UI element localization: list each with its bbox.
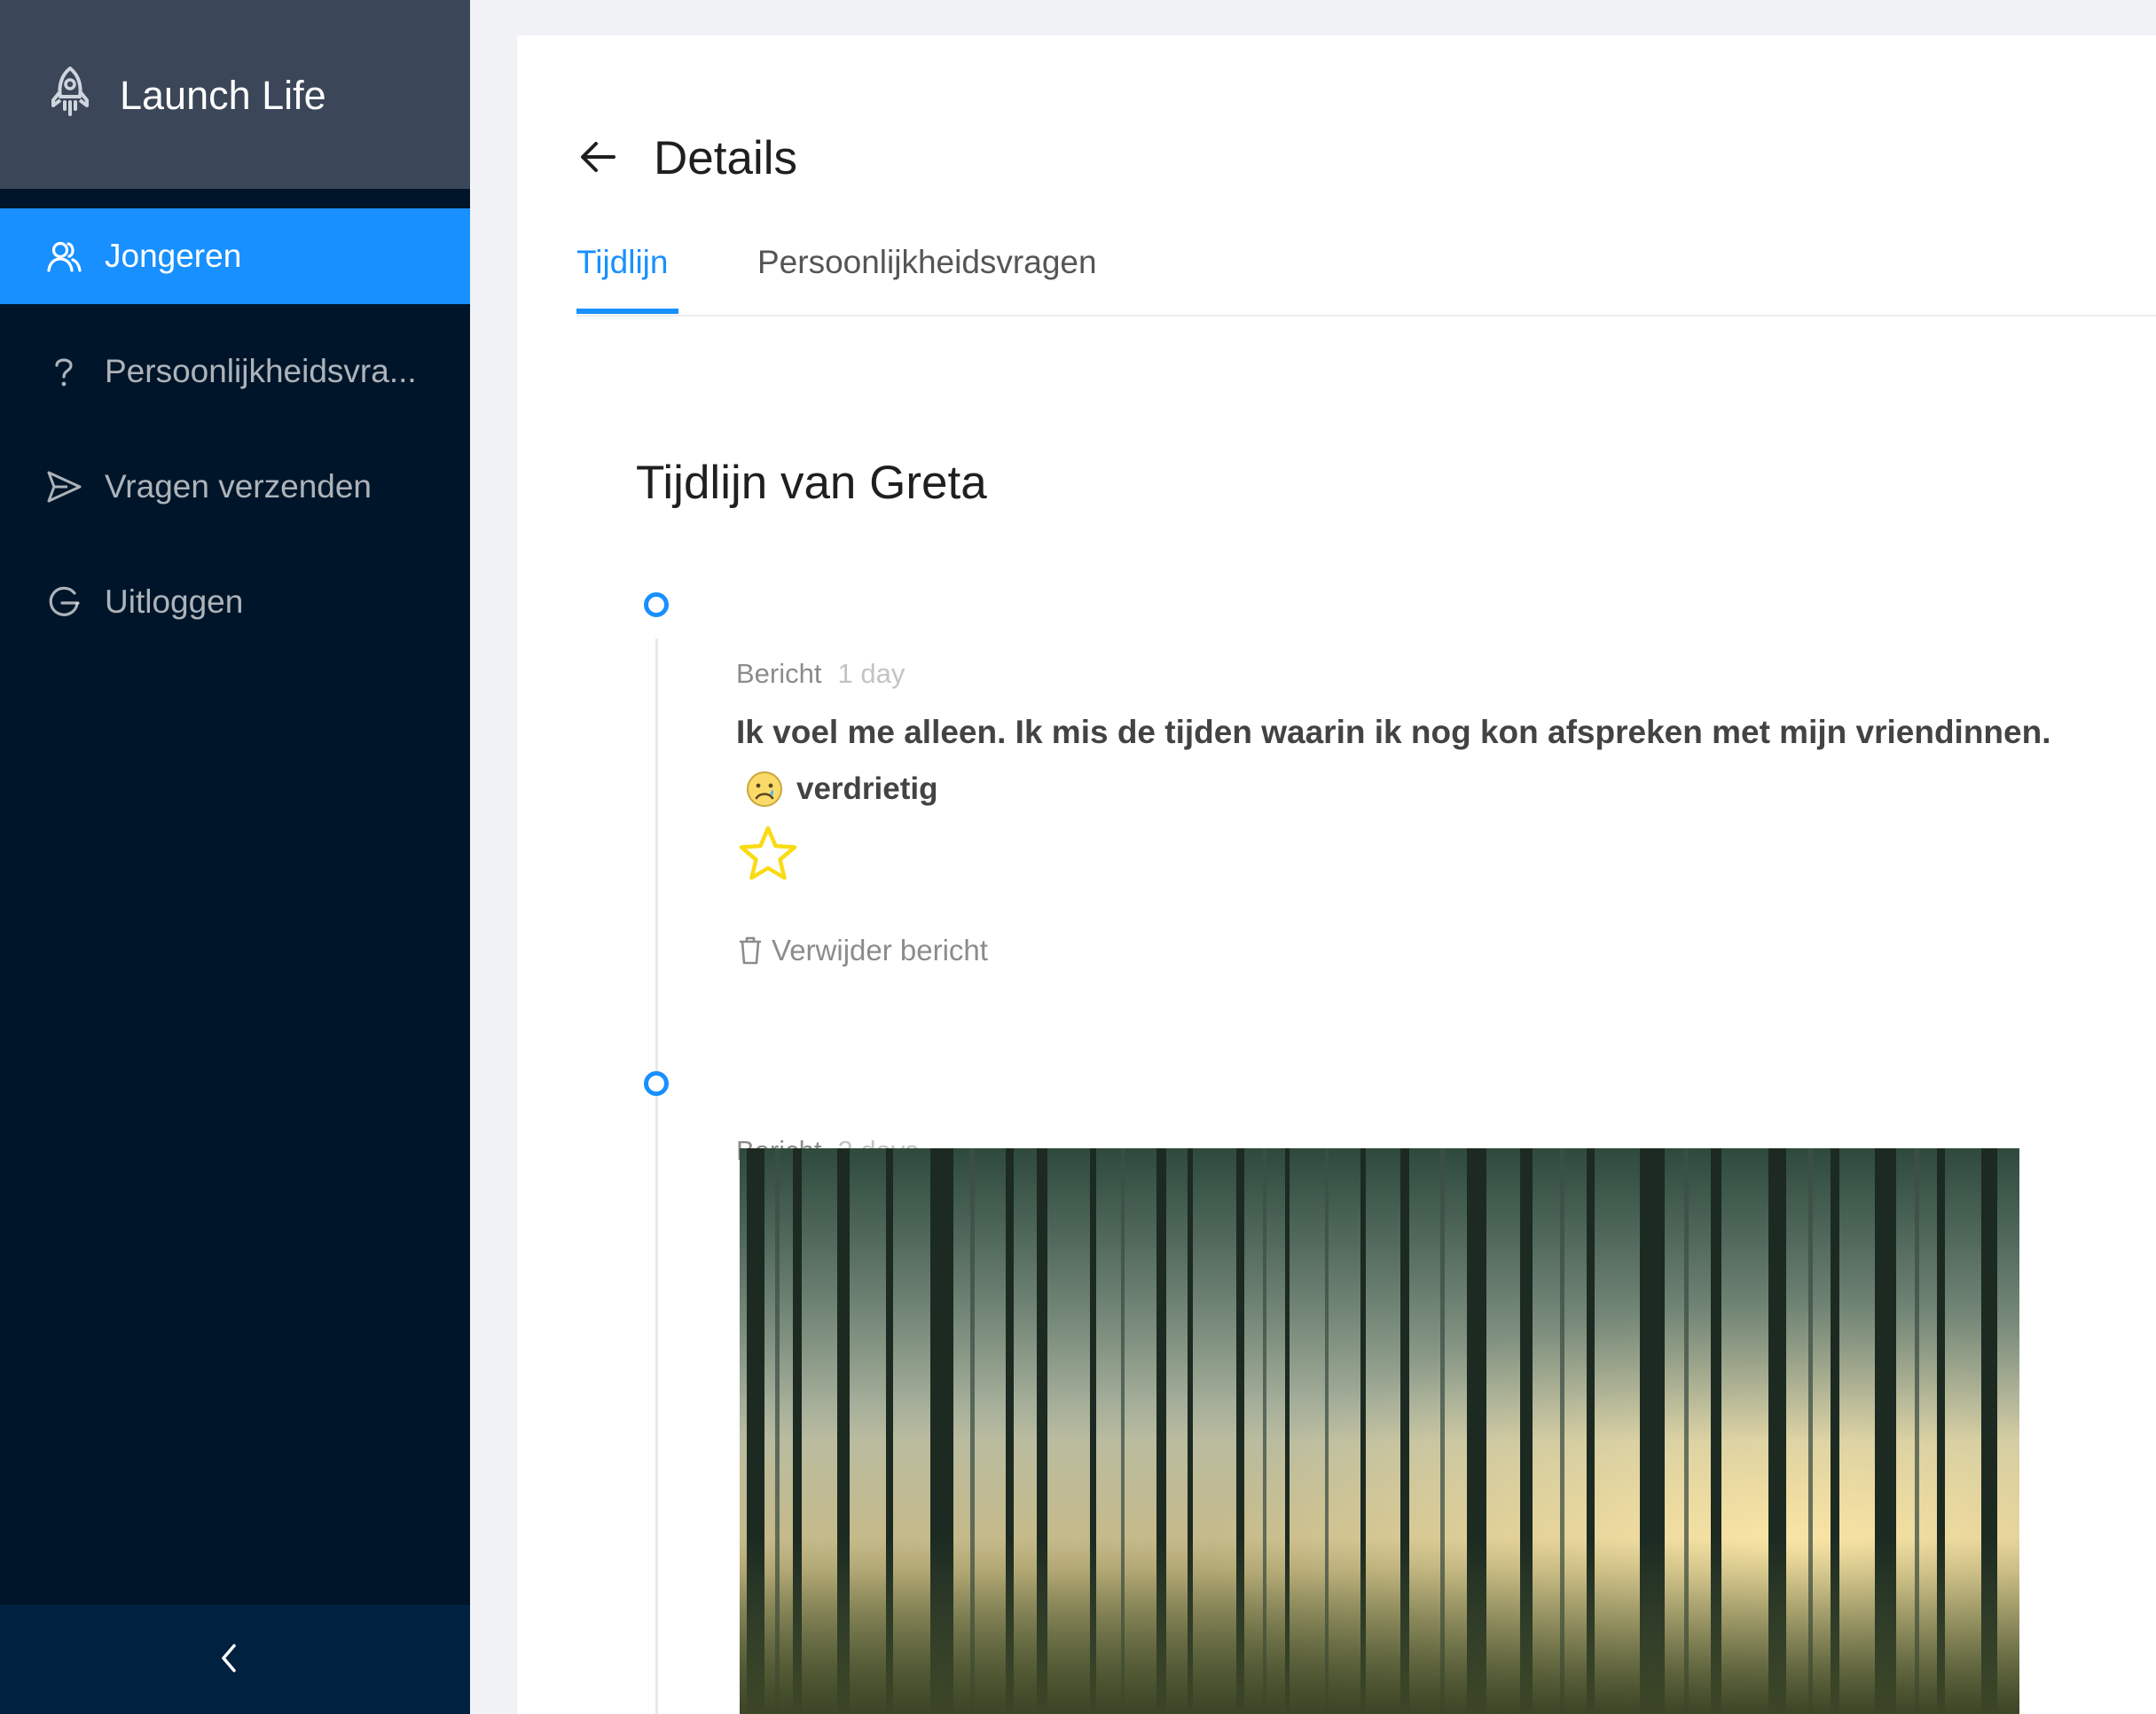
details-card: Details Tijdlijn Persoonlijkheidsvragen … bbox=[517, 35, 2156, 1714]
active-tab-indicator bbox=[576, 309, 678, 314]
timeline-line bbox=[655, 638, 658, 1714]
app-logo[interactable]: Launch Life bbox=[0, 0, 470, 189]
sidebar-menu: Jongeren Persoonlijkheidsvra... Vragen v… bbox=[0, 208, 470, 669]
star-outline-icon[interactable] bbox=[738, 825, 798, 881]
delete-message-label: Verwijder bericht bbox=[772, 934, 988, 967]
logout-icon bbox=[49, 586, 80, 616]
trash-icon bbox=[740, 936, 761, 965]
entry-message: Ik voel me alleen. Ik mis de tijden waar… bbox=[736, 714, 2051, 750]
timeline-dot bbox=[644, 592, 669, 617]
send-icon bbox=[47, 471, 82, 503]
rocket-icon bbox=[51, 67, 89, 116]
sad-face-icon bbox=[747, 771, 782, 807]
app-name: Launch Life bbox=[120, 73, 326, 118]
sidebar-item-label: Jongeren bbox=[105, 238, 242, 274]
question-icon bbox=[55, 358, 73, 387]
sidebar-collapse-button[interactable] bbox=[0, 1605, 470, 1714]
users-icon bbox=[47, 241, 82, 272]
mood-tag: verdrietig bbox=[745, 767, 938, 811]
sidebar: Launch Life Jongeren Persoonlijkheidsvra… bbox=[0, 0, 470, 1714]
sidebar-item-jongeren[interactable]: Jongeren bbox=[0, 208, 470, 304]
timeline-dot bbox=[644, 1071, 669, 1096]
entry-type: Bericht bbox=[736, 658, 822, 689]
tab-persoonlijkheidsvragen[interactable]: Persoonlijkheidsvragen bbox=[757, 241, 1097, 284]
sidebar-item-label: Persoonlijkheidsvra... bbox=[105, 353, 417, 389]
mood-label: verdrietig bbox=[796, 771, 938, 806]
timeline-entry-meta: Bericht 1 day bbox=[736, 656, 905, 692]
sidebar-item-label: Uitloggen bbox=[105, 583, 244, 620]
entry-time: 1 day bbox=[837, 658, 906, 689]
chevron-left-icon bbox=[222, 1644, 236, 1672]
sidebar-item-vragen-verzenden[interactable]: Vragen verzenden bbox=[0, 439, 470, 535]
delete-message-button[interactable]: Verwijder bericht bbox=[738, 931, 988, 970]
tab-bar: Tijdlijn Persoonlijkheidsvragen bbox=[576, 35, 2156, 317]
timeline-title: Tijdlijn van Greta bbox=[636, 457, 987, 509]
sidebar-item-persoonlijkheidsvragen[interactable]: Persoonlijkheidsvra... bbox=[0, 324, 470, 419]
forest-photo bbox=[740, 1148, 2019, 1714]
sidebar-item-uitloggen[interactable]: Uitloggen bbox=[0, 554, 470, 650]
sidebar-item-label: Vragen verzenden bbox=[105, 468, 372, 505]
tab-tijdlijn[interactable]: Tijdlijn bbox=[576, 241, 668, 284]
